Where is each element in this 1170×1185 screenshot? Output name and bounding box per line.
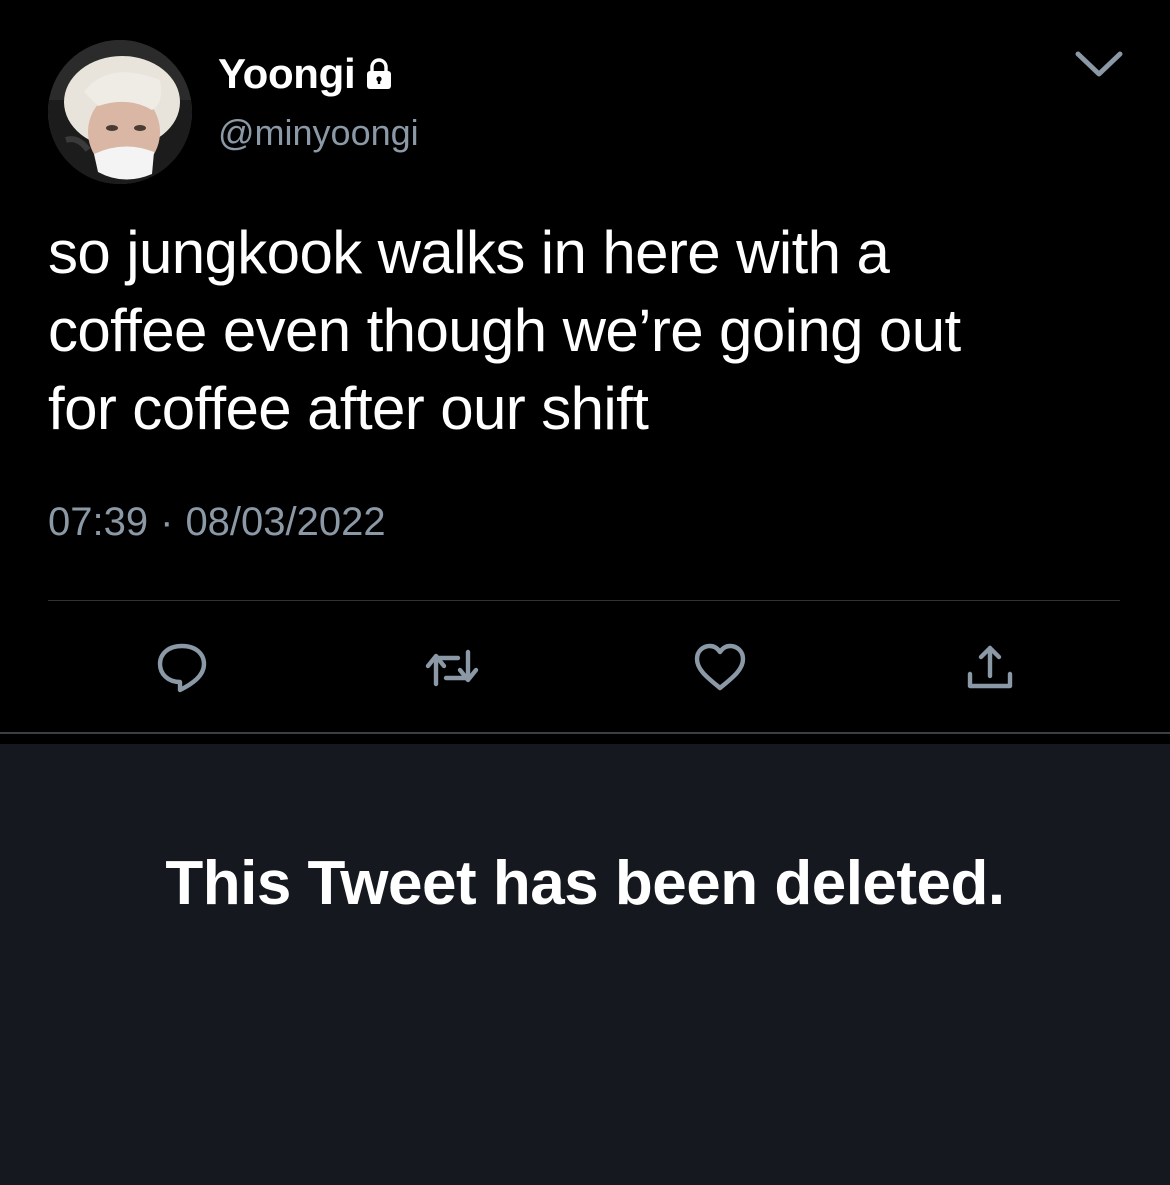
retweet-icon <box>425 649 479 687</box>
reply-button[interactable] <box>154 640 210 696</box>
display-name[interactable]: Yoongi <box>218 50 356 98</box>
tweet-date: 08/03/2022 <box>185 500 386 544</box>
meta-separator: · <box>160 500 174 544</box>
like-icon <box>694 643 746 691</box>
tweet-card: Yoongi @minyoongi so jungkook walks in h… <box>0 0 1170 732</box>
like-button[interactable] <box>692 640 748 696</box>
deleted-tweet-message: This Tweet has been deleted. <box>165 849 1005 918</box>
tweet-timestamp[interactable]: 07:39 · 08/03/2022 <box>48 500 386 545</box>
share-button[interactable] <box>962 640 1018 696</box>
tweet-text-line: so jungkook walks in here with a <box>48 219 890 286</box>
avatar-photo <box>48 40 192 184</box>
avatar[interactable] <box>48 40 192 184</box>
chevron-down-icon[interactable] <box>1072 40 1126 88</box>
lock-icon <box>367 58 392 89</box>
divider <box>48 600 1120 601</box>
tweet-text-line: for coffee after our shift <box>48 375 649 442</box>
screenshot-page: Yoongi @minyoongi so jungkook walks in h… <box>0 0 1170 1185</box>
share-icon <box>967 645 1013 689</box>
retweet-button[interactable] <box>424 640 480 696</box>
author-name-row[interactable]: Yoongi <box>218 46 397 102</box>
author-handle[interactable]: @minyoongi <box>218 112 419 154</box>
tweet-text-line: coffee even though we’re going out <box>48 297 961 364</box>
section-separator <box>0 732 1170 734</box>
tweet-time: 07:39 <box>48 500 149 544</box>
reply-icon <box>157 643 207 693</box>
deleted-tweet-panel: This Tweet has been deleted. <box>0 744 1170 1185</box>
tweet-text: so jungkook walks in here with a coffee … <box>48 214 1128 448</box>
